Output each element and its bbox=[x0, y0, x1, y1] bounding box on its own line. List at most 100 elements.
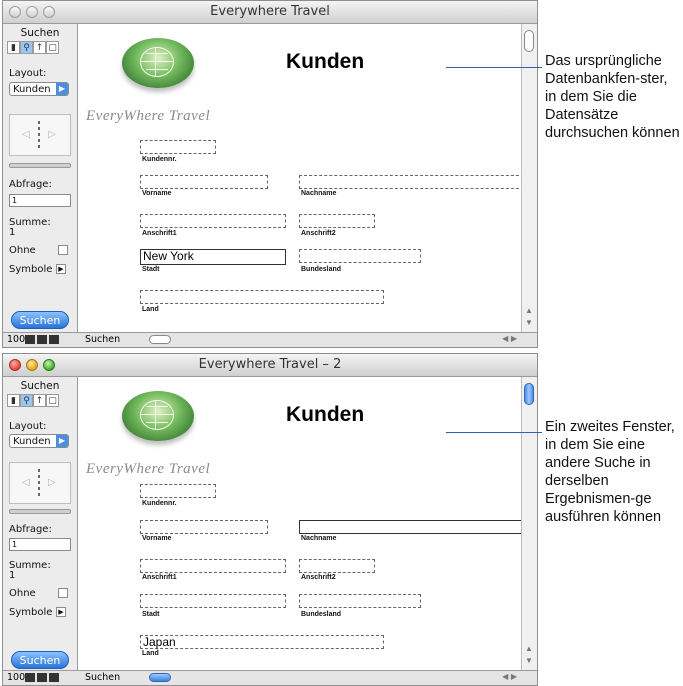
preview-mode-icon[interactable]: ▢ bbox=[46, 41, 59, 54]
window-1-status-area: Suchen ▮ ⚲ ↑ ▢ Layout: Kunden ▶ ◁ ▷ Abfrage… bbox=[3, 24, 78, 333]
popup-arrow-icon: ▶ bbox=[56, 435, 68, 447]
zoom-in-icon[interactable] bbox=[37, 335, 47, 344]
horizontal-scroll-arrows-icon[interactable]: ◀ ▶ bbox=[502, 334, 517, 343]
horizontal-scroll-arrows-icon[interactable]: ◀ ▶ bbox=[502, 672, 517, 681]
land-label: Land bbox=[142, 650, 159, 657]
preview-mode-icon[interactable]: ▢ bbox=[46, 394, 59, 407]
land-label: Land bbox=[142, 306, 159, 313]
status-toggle-icon[interactable] bbox=[49, 335, 59, 344]
land-field[interactable] bbox=[140, 290, 384, 304]
vorname-label: Vorname bbox=[142, 190, 172, 197]
omit-checkbox[interactable] bbox=[58, 588, 68, 598]
browse-mode-icon[interactable]: ▮ bbox=[7, 41, 20, 54]
nachname-label: Nachname bbox=[301, 535, 337, 542]
window-2-statusbar: 100 Suchen ◀ ▶ bbox=[3, 670, 537, 685]
kundennr-field[interactable] bbox=[140, 484, 216, 498]
record-slider[interactable] bbox=[9, 509, 71, 514]
find-mode-icon[interactable]: ⚲ bbox=[20, 41, 33, 54]
mode-title: Suchen bbox=[20, 380, 60, 392]
browse-mode-icon[interactable]: ▮ bbox=[7, 394, 20, 407]
scroll-down-icon[interactable]: ▼ bbox=[525, 318, 533, 327]
vertical-scrollbar[interactable]: ▲ ▼ bbox=[521, 24, 537, 333]
anschrift2-label: Anschrift2 bbox=[301, 230, 336, 237]
symbols-arrow-icon[interactable]: ▶ bbox=[56, 607, 66, 617]
next-record-icon[interactable]: ▷ bbox=[48, 129, 56, 140]
stadt-field[interactable] bbox=[140, 594, 286, 608]
find-button[interactable]: Suchen bbox=[11, 311, 69, 329]
kundennr-label: Kundennr. bbox=[142, 156, 177, 163]
query-field[interactable]: 1 bbox=[9, 194, 71, 207]
zoom-out-icon[interactable] bbox=[25, 673, 35, 682]
bundesland-field[interactable] bbox=[299, 594, 421, 608]
zoom-out-icon[interactable] bbox=[25, 335, 35, 344]
annotation-line-1 bbox=[446, 67, 542, 68]
layout-label: Layout: bbox=[9, 421, 47, 432]
next-record-icon[interactable]: ▷ bbox=[48, 477, 56, 488]
record-book[interactable]: ◁ ▷ bbox=[9, 114, 71, 156]
layout-popup[interactable]: Kunden ▶ bbox=[9, 82, 69, 96]
form-heading: Kunden bbox=[286, 403, 365, 426]
stadt-field[interactable]: New York bbox=[140, 249, 286, 265]
mode-indicator: Suchen bbox=[85, 334, 121, 345]
previous-record-icon[interactable]: ◁ bbox=[22, 129, 30, 140]
scroll-thumb[interactable] bbox=[524, 383, 534, 405]
kundennr-label: Kundennr. bbox=[142, 500, 177, 507]
brand-wordmark: EveryWhere Travel bbox=[86, 108, 211, 124]
bundesland-field[interactable] bbox=[299, 249, 421, 263]
vertical-scrollbar[interactable]: ▲ ▼ bbox=[521, 377, 537, 671]
anschrift1-field[interactable] bbox=[140, 559, 286, 573]
omit-checkbox[interactable] bbox=[58, 245, 68, 255]
anschrift1-label: Anschrift1 bbox=[142, 230, 177, 237]
kundennr-field[interactable] bbox=[140, 140, 216, 154]
record-book[interactable]: ◁ ▷ bbox=[9, 462, 71, 504]
nachname-field[interactable] bbox=[299, 520, 521, 534]
previous-record-icon[interactable]: ◁ bbox=[22, 477, 30, 488]
symbols-arrow-icon[interactable]: ▶ bbox=[56, 264, 66, 274]
stadt-label: Stadt bbox=[142, 611, 160, 618]
anschrift1-label: Anschrift1 bbox=[142, 574, 177, 581]
book-spine-icon bbox=[38, 121, 40, 149]
zoom-level: 100 bbox=[7, 672, 26, 683]
window-2-status-area: Suchen ▮ ⚲ ↑ ▢ Layout: Kunden ▶ ◁ ▷ Abfrage… bbox=[3, 377, 78, 671]
record-slider[interactable] bbox=[9, 163, 71, 168]
scroll-up-icon[interactable]: ▲ bbox=[525, 306, 533, 315]
brand-wordmark: EveryWhere Travel bbox=[86, 461, 211, 477]
globe-logo bbox=[122, 391, 194, 441]
zoom-in-icon[interactable] bbox=[37, 673, 47, 682]
scroll-up-icon[interactable]: ▲ bbox=[525, 644, 533, 653]
window-2-titlebar[interactable]: Everywhere Travel – 2 bbox=[3, 354, 537, 377]
horizontal-scroll-thumb[interactable] bbox=[149, 335, 171, 344]
horizontal-scroll-thumb[interactable] bbox=[149, 673, 171, 682]
query-label: Abfrage: bbox=[9, 524, 52, 535]
anschrift2-field[interactable] bbox=[299, 214, 375, 228]
anschrift2-field[interactable] bbox=[299, 559, 375, 573]
layout-value: Kunden bbox=[13, 84, 51, 95]
layout-mode-icon[interactable]: ↑ bbox=[33, 394, 46, 407]
land-field[interactable]: Japan bbox=[140, 635, 384, 649]
window-1-form: EveryWhere Travel Kunden Kundennr. Vorna… bbox=[78, 24, 521, 333]
bundesland-label: Bundesland bbox=[301, 266, 342, 273]
window-1-titlebar[interactable]: Everywhere Travel bbox=[3, 1, 537, 24]
omit-label: Ohne bbox=[9, 588, 36, 599]
scroll-thumb[interactable] bbox=[524, 30, 534, 52]
anschrift1-field[interactable] bbox=[140, 214, 286, 228]
vorname-field[interactable] bbox=[140, 175, 268, 189]
layout-popup[interactable]: Kunden ▶ bbox=[9, 434, 69, 448]
zoom-controls bbox=[25, 335, 65, 344]
bundesland-label: Bundesland bbox=[301, 611, 342, 618]
query-field[interactable]: 1 bbox=[9, 538, 71, 551]
mode-indicator: Suchen bbox=[85, 672, 121, 683]
layout-mode-icon[interactable]: ↑ bbox=[33, 41, 46, 54]
find-mode-icon[interactable]: ⚲ bbox=[20, 394, 33, 407]
layout-value: Kunden bbox=[13, 436, 51, 447]
find-button[interactable]: Suchen bbox=[11, 651, 69, 669]
vorname-field[interactable] bbox=[140, 520, 268, 534]
form-heading: Kunden bbox=[286, 50, 365, 73]
book-spine-icon bbox=[38, 469, 40, 497]
status-toggle-icon[interactable] bbox=[49, 673, 59, 682]
nachname-field[interactable] bbox=[299, 175, 521, 189]
query-label: Abfrage: bbox=[9, 179, 52, 190]
scroll-down-icon[interactable]: ▼ bbox=[525, 656, 533, 665]
vorname-label: Vorname bbox=[142, 535, 172, 542]
mode-switcher: ▮ ⚲ ↑ ▢ bbox=[7, 394, 77, 407]
